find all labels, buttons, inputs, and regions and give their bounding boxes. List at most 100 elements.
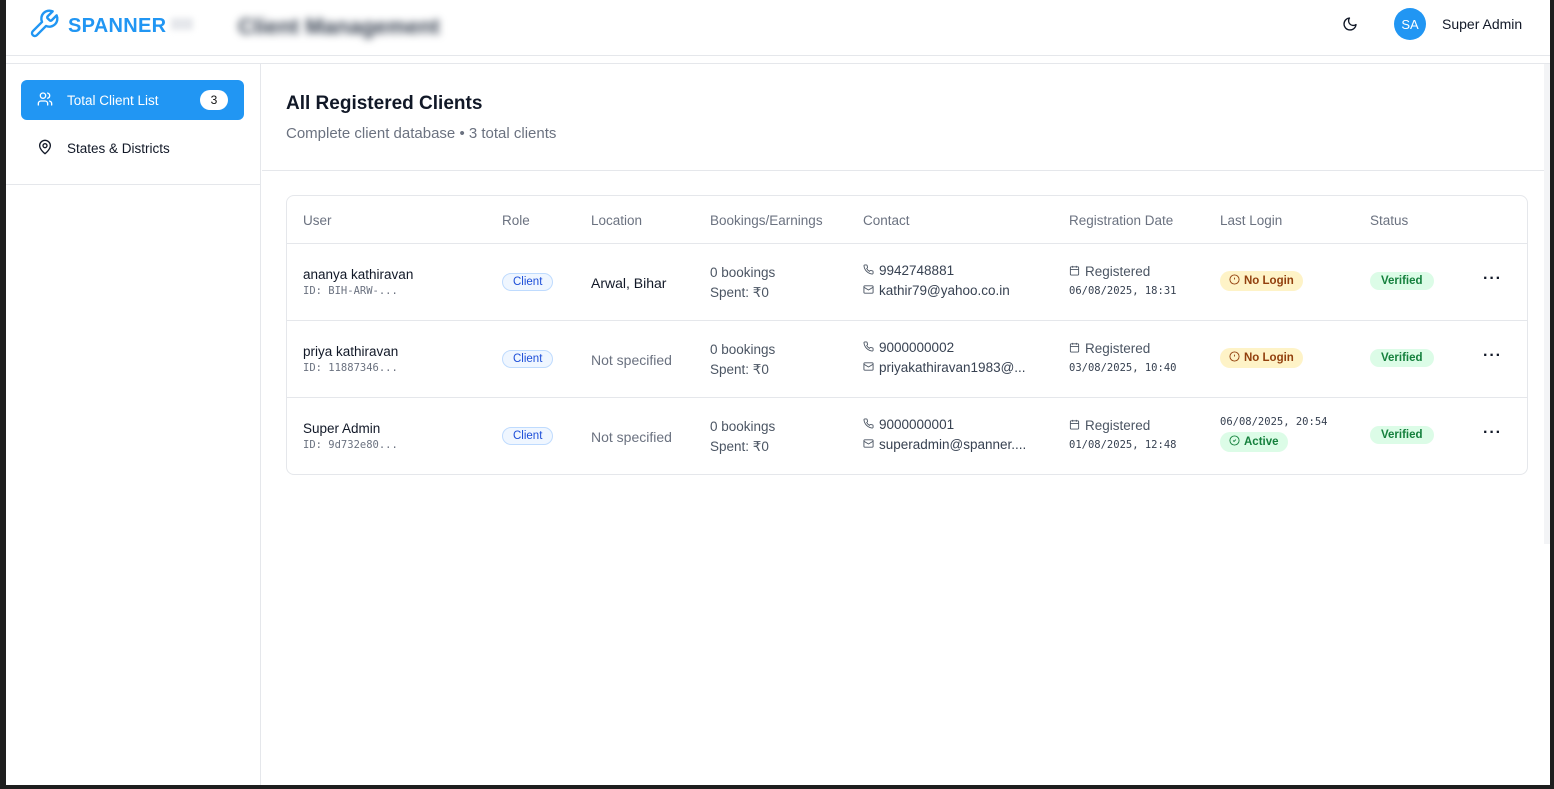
user-id: ID: 9d732e80... xyxy=(303,439,398,451)
users-icon xyxy=(37,91,53,110)
registered-label-line: Registered xyxy=(1069,418,1176,433)
column-header-role[interactable]: Role xyxy=(502,213,530,228)
last-login-status: Active xyxy=(1244,436,1279,448)
amount-spent: Spent: ₹0 xyxy=(710,285,769,300)
location: Not specified xyxy=(591,429,672,445)
email-line[interactable]: superadmin@spanner.... xyxy=(863,435,1026,455)
user-name[interactable]: Super Admin xyxy=(1442,16,1522,32)
last-login-date: 06/08/2025, 20:54 xyxy=(1220,416,1328,428)
email-line[interactable]: kathir79@yahoo.co.in xyxy=(863,281,1010,301)
phone-icon xyxy=(863,415,874,435)
bookings-cell: 0 bookings Spent: ₹0 xyxy=(710,417,775,457)
user-cell: priya kathiravan ID: 11887346... xyxy=(303,344,398,374)
page-subtitle: Complete client database • 3 total clien… xyxy=(286,125,557,142)
phone-number: 9942748881 xyxy=(879,263,955,278)
active-badge: Active xyxy=(1220,432,1288,452)
brand-name: SPANNER xyxy=(68,15,167,37)
registration-date: 06/08/2025, 18:31 xyxy=(1069,285,1177,297)
contact-cell: 9942748881 kathir79@yahoo.co.in xyxy=(863,261,1010,301)
registered-label: Registered xyxy=(1085,418,1151,433)
status-badge: Verified xyxy=(1370,272,1434,290)
user-name: ananya kathiravan xyxy=(303,267,414,282)
registered-label-line: Registered xyxy=(1069,341,1176,356)
count-badge: 3 xyxy=(200,90,228,110)
user-cell: ananya kathiravan ID: BIH-ARW-... xyxy=(303,267,413,297)
user-id: ID: BIH-ARW-... xyxy=(303,285,398,297)
column-header-contact[interactable]: Contact xyxy=(863,213,910,228)
status-cell: Verified xyxy=(1370,425,1434,444)
sidebar-item-total-client-list[interactable]: Total Client List 3 xyxy=(21,80,244,120)
more-horizontal-icon: ··· xyxy=(1483,347,1502,364)
clients-table: User Role Location Bookings/Earnings Con… xyxy=(286,195,1528,475)
calendar-icon xyxy=(1069,264,1080,279)
mail-icon xyxy=(863,281,874,301)
status-badge: Verified xyxy=(1370,426,1434,444)
bookings-count: 0 bookings xyxy=(710,265,776,280)
page-title: All Registered Clients xyxy=(286,93,483,114)
vertical-scrollbar[interactable] xyxy=(1544,64,1550,544)
table-row[interactable]: Super Admin ID: 9d732e80... Client Not s… xyxy=(287,398,1527,474)
last-login-cell: No Login xyxy=(1220,271,1303,291)
phone-number: 9000000001 xyxy=(879,417,955,432)
status-badge: Verified xyxy=(1370,349,1434,367)
column-header-registration-date[interactable]: Registration Date xyxy=(1069,213,1173,228)
theme-toggle-button[interactable] xyxy=(1338,14,1362,38)
user-name: Super Admin xyxy=(303,421,381,436)
status-cell: Verified xyxy=(1370,271,1434,290)
last-login-cell: 06/08/2025, 20:54 Active xyxy=(1220,416,1327,452)
sidebar-item-states-districts[interactable]: States & Districts xyxy=(21,128,244,168)
user-cell: Super Admin ID: 9d732e80... xyxy=(303,421,398,451)
column-header-status[interactable]: Status xyxy=(1370,213,1408,228)
role-cell: Client xyxy=(502,349,554,368)
last-login-cell: No Login xyxy=(1220,348,1303,368)
column-header-last-login[interactable]: Last Login xyxy=(1220,213,1282,228)
brand-logo[interactable]: SPANNER xyxy=(28,8,166,45)
calendar-icon xyxy=(1069,341,1080,356)
avatar[interactable]: SA xyxy=(1394,8,1426,40)
phone-line[interactable]: 9942748881 xyxy=(863,261,1010,281)
page-heading-blurred: Client Management xyxy=(238,14,440,39)
registration-cell: Registered 01/08/2025, 12:48 xyxy=(1069,418,1176,451)
mail-icon xyxy=(863,358,874,378)
phone-line[interactable]: 9000000001 xyxy=(863,415,1026,435)
location: Arwal, Bihar xyxy=(591,275,667,291)
column-header-bookings[interactable]: Bookings/Earnings xyxy=(710,213,823,228)
table-row[interactable]: ananya kathiravan ID: BIH-ARW-... Client… xyxy=(287,244,1527,321)
app-window: SPANNER Client Management SA Super Admin… xyxy=(6,0,1550,785)
amount-spent: Spent: ₹0 xyxy=(710,362,769,377)
registered-label-line: Registered xyxy=(1069,264,1176,279)
amount-spent: Spent: ₹0 xyxy=(710,439,769,454)
content-header: All Registered Clients Complete client d… xyxy=(262,64,1550,171)
more-actions-button[interactable]: ··· xyxy=(1483,347,1502,365)
bookings-count: 0 bookings xyxy=(710,342,776,357)
table-row[interactable]: priya kathiravan ID: 11887346... Client … xyxy=(287,321,1527,398)
contact-cell: 9000000001 superadmin@spanner.... xyxy=(863,415,1026,455)
role-badge: Client xyxy=(502,427,554,445)
blurred-separator xyxy=(171,18,193,30)
location: Not specified xyxy=(591,352,672,368)
more-actions-button[interactable]: ··· xyxy=(1483,424,1502,442)
divider xyxy=(6,184,261,185)
email-address: superadmin@spanner.... xyxy=(879,437,1027,452)
registration-date: 01/08/2025, 12:48 xyxy=(1069,439,1177,451)
role-badge: Client xyxy=(502,350,554,368)
no-login-badge: No Login xyxy=(1220,348,1303,368)
last-login-status: No Login xyxy=(1244,352,1294,364)
role-badge: Client xyxy=(502,273,554,291)
moon-icon xyxy=(1342,16,1358,37)
email-line[interactable]: priyakathiravan1983@... xyxy=(863,358,1026,378)
bookings-cell: 0 bookings Spent: ₹0 xyxy=(710,263,775,303)
column-header-location[interactable]: Location xyxy=(591,213,642,228)
status-cell: Verified xyxy=(1370,348,1434,367)
registered-label: Registered xyxy=(1085,341,1151,356)
column-header-user[interactable]: User xyxy=(303,213,332,228)
mail-icon xyxy=(863,435,874,455)
calendar-icon xyxy=(1069,418,1080,433)
email-address: priyakathiravan1983@... xyxy=(879,360,1026,375)
check-circle-icon xyxy=(1229,435,1240,449)
phone-icon xyxy=(863,338,874,358)
phone-icon xyxy=(863,261,874,281)
phone-line[interactable]: 9000000002 xyxy=(863,338,1026,358)
user-name: priya kathiravan xyxy=(303,344,399,359)
more-actions-button[interactable]: ··· xyxy=(1483,270,1502,288)
